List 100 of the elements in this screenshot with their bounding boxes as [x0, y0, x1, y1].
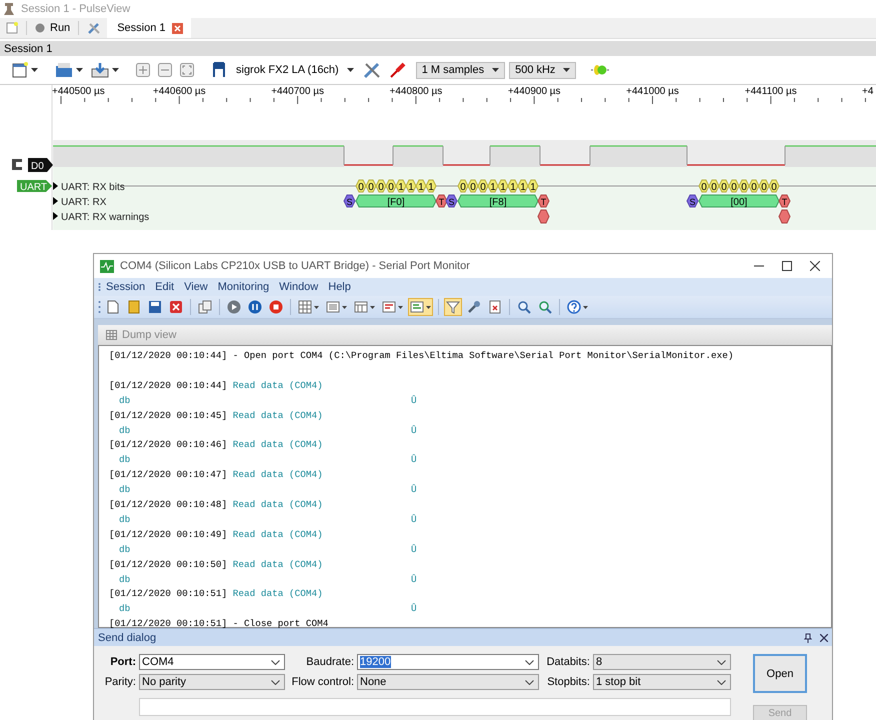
hex-value: db [119, 574, 130, 585]
field-label: Baudrate: [305, 656, 354, 668]
copy-icon [198, 300, 212, 314]
ruler-label: +441100 µs [744, 86, 797, 97]
caret-icon [426, 306, 431, 308]
app-icon [100, 260, 114, 272]
log-line: [01/12/2020 00:10:49] Read data (COM4) [109, 528, 324, 542]
zoom-out-button[interactable] [156, 61, 174, 79]
log-line: [01/12/2020 00:10:44] Read data (COM4) [109, 378, 324, 393]
caret-icon[interactable] [112, 68, 119, 72]
pause-button[interactable] [246, 298, 264, 316]
start-bit-annotation: S [343, 194, 356, 208]
chevron-down-icon[interactable] [525, 680, 534, 684]
dropdown-field[interactable]: COM4 [139, 654, 285, 670]
menu-item[interactable]: Session [101, 281, 150, 293]
start-bit-annotation: S [686, 194, 699, 208]
dropdown-field[interactable]: 8 [593, 654, 731, 670]
new-button[interactable] [10, 60, 40, 80]
close-icon[interactable] [810, 261, 820, 271]
session-header: Session 1 [4, 42, 52, 54]
copy-button[interactable] [196, 298, 214, 316]
zoom-fit-button[interactable] [178, 61, 196, 79]
caret-icon[interactable] [76, 68, 83, 72]
hex-value: db [119, 484, 130, 496]
bit-annotation: 1 [507, 180, 519, 193]
caret-icon[interactable] [31, 68, 38, 72]
chevron-down-icon[interactable] [525, 660, 534, 664]
caret-icon[interactable] [346, 68, 354, 72]
menu-item[interactable]: Window [274, 281, 324, 293]
hex-value: db [119, 454, 130, 466]
grid-icon [298, 300, 312, 314]
hex-value: db [119, 394, 130, 406]
menu-item[interactable]: Monitoring [212, 281, 274, 293]
sample-rate-field[interactable]: 500 kHz [509, 62, 576, 78]
bit-annotation: 0 [375, 180, 387, 193]
document-icon [106, 300, 120, 314]
data-annotation: [F8] [457, 194, 539, 208]
field-label: Databits: [546, 656, 590, 668]
fit-icon [180, 63, 194, 77]
run-button[interactable]: Run [29, 18, 76, 38]
log-line: [01/12/2020 00:10:46] Read data (COM4) [109, 438, 324, 452]
close-icon[interactable] [820, 634, 828, 642]
pin-icon[interactable] [804, 632, 812, 642]
menu-item[interactable]: Help [323, 281, 356, 293]
bit-annotation: 0 [698, 180, 710, 193]
data-annotation: [00] [698, 194, 780, 208]
annotation-row-label: UART: RX bits [61, 182, 125, 193]
stop-bit-annotation: T [537, 194, 550, 208]
circle-icon [35, 23, 45, 33]
close-button[interactable] [167, 298, 185, 316]
device-selector[interactable]: sigrok FX2 LA (16ch) [233, 64, 357, 76]
close-icon [169, 300, 183, 314]
caret-icon[interactable] [563, 68, 570, 72]
chevron-down-icon[interactable] [271, 660, 280, 664]
maximize-icon[interactable] [782, 261, 792, 271]
ruler-label: +440900 µs [508, 86, 561, 97]
layout-button[interactable] [408, 298, 433, 316]
caret-icon [342, 306, 347, 308]
grip-icon [98, 282, 101, 292]
bit-annotation: 0 [355, 180, 367, 193]
session-tab[interactable]: Session 1 [107, 18, 190, 38]
help-button[interactable] [565, 298, 590, 316]
data-annotation: [F0] [355, 194, 437, 208]
dropdown-field[interactable]: None [357, 674, 539, 690]
dropdown-field[interactable]: No parity [139, 674, 285, 690]
ruler-label: +441000 µs [626, 86, 679, 97]
sample-count-field[interactable]: 1 M samples [416, 62, 506, 78]
run-indicator-icon [591, 64, 610, 76]
search-icon [538, 300, 552, 314]
ruler-label: +440600 µs [152, 86, 206, 97]
open-button[interactable]: Open [753, 654, 807, 693]
panel-title: Dump view [122, 329, 176, 341]
caret-icon [314, 306, 319, 308]
menu-item[interactable]: View [179, 281, 213, 293]
chevron-down-icon[interactable] [717, 660, 726, 664]
grid-button[interactable] [296, 298, 321, 316]
caret-icon[interactable] [492, 68, 500, 72]
caret-icon [398, 306, 403, 308]
save-button[interactable] [146, 298, 164, 316]
dropdown-field[interactable]: 1 stop bit [593, 674, 731, 690]
window-title: Session 1 - PulseView [21, 3, 130, 15]
folder-icon [55, 62, 73, 78]
stop-button[interactable] [267, 298, 285, 316]
channel-label[interactable]: D0 [28, 158, 53, 172]
start-button[interactable] [225, 298, 243, 316]
send-input-field[interactable] [139, 698, 731, 716]
bit-annotation: 0 [738, 180, 750, 193]
ascii-value: Û [411, 512, 417, 527]
filter-button[interactable] [444, 298, 462, 316]
chevron-down-icon[interactable] [717, 680, 726, 684]
save-button[interactable] [89, 60, 121, 80]
menu-item[interactable]: Edit [150, 281, 180, 293]
bars-icon [382, 300, 396, 314]
channel-color-icon[interactable] [12, 159, 22, 170]
document-icon [6, 22, 18, 34]
open-button[interactable] [53, 60, 85, 80]
filter-icon [446, 300, 460, 314]
dropdown-field[interactable]: 19200 [357, 654, 539, 670]
zoom-in-button[interactable] [134, 61, 152, 79]
chevron-down-icon[interactable] [271, 680, 280, 684]
